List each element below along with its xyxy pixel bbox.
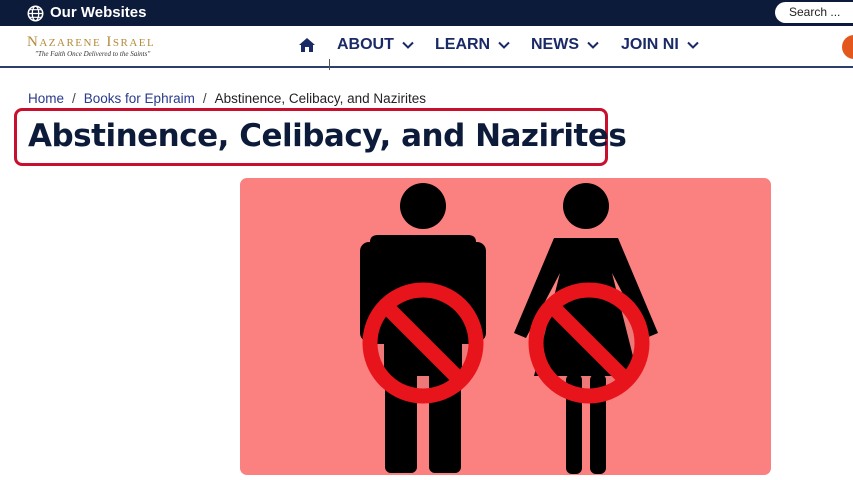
chevron-down-icon bbox=[498, 41, 510, 49]
logo-name: Nazarene Israel bbox=[27, 34, 156, 50]
our-websites-label: Our Websites bbox=[50, 4, 147, 21]
site-logo[interactable]: Nazarene Israel "The Faith Once Delivere… bbox=[27, 34, 155, 59]
chevron-down-icon bbox=[587, 41, 599, 49]
main-navigation: Nazarene Israel "The Faith Once Delivere… bbox=[0, 26, 853, 68]
prohibited-icon bbox=[362, 282, 484, 404]
top-bar: Our Websites Search ... bbox=[0, 0, 853, 26]
donate-button[interactable] bbox=[842, 35, 853, 59]
breadcrumb-home[interactable]: Home bbox=[28, 91, 64, 106]
hero-illustration bbox=[360, 183, 658, 474]
featured-image bbox=[240, 178, 771, 475]
nav-news-label: NEWS bbox=[531, 36, 579, 53]
breadcrumb-books-for-ephraim[interactable]: Books for Ephraim bbox=[84, 91, 195, 106]
home-icon bbox=[299, 38, 315, 52]
breadcrumb-separator: / bbox=[72, 91, 76, 106]
nav-learn-label: LEARN bbox=[435, 36, 491, 53]
breadcrumb: Home / Books for Ephraim / Abstinence, C… bbox=[28, 91, 426, 106]
globe-icon bbox=[27, 5, 44, 21]
nav-join-ni-label: JOIN NI bbox=[621, 36, 679, 53]
page-title: Abstinence, Celibacy, and Nazirites bbox=[28, 118, 627, 154]
nav-learn[interactable]: LEARN bbox=[435, 36, 510, 54]
breadcrumb-current: Abstinence, Celibacy, and Nazirites bbox=[214, 91, 426, 106]
nav-join-ni[interactable]: JOIN NI bbox=[621, 36, 699, 54]
nav-news[interactable]: NEWS bbox=[531, 36, 599, 54]
chevron-down-icon bbox=[687, 41, 699, 49]
nav-home-link[interactable] bbox=[298, 37, 316, 58]
logo-tagline: "The Faith Once Delivered to the Saints" bbox=[35, 50, 151, 58]
search-input[interactable]: Search ... bbox=[775, 2, 853, 23]
prohibited-icon bbox=[528, 282, 650, 404]
text-cursor bbox=[329, 59, 330, 70]
chevron-down-icon bbox=[402, 41, 414, 49]
our-websites-menu[interactable]: Our Websites bbox=[27, 3, 146, 23]
nav-about[interactable]: ABOUT bbox=[337, 36, 414, 54]
nav-about-label: ABOUT bbox=[337, 36, 394, 53]
breadcrumb-separator: / bbox=[202, 91, 207, 106]
